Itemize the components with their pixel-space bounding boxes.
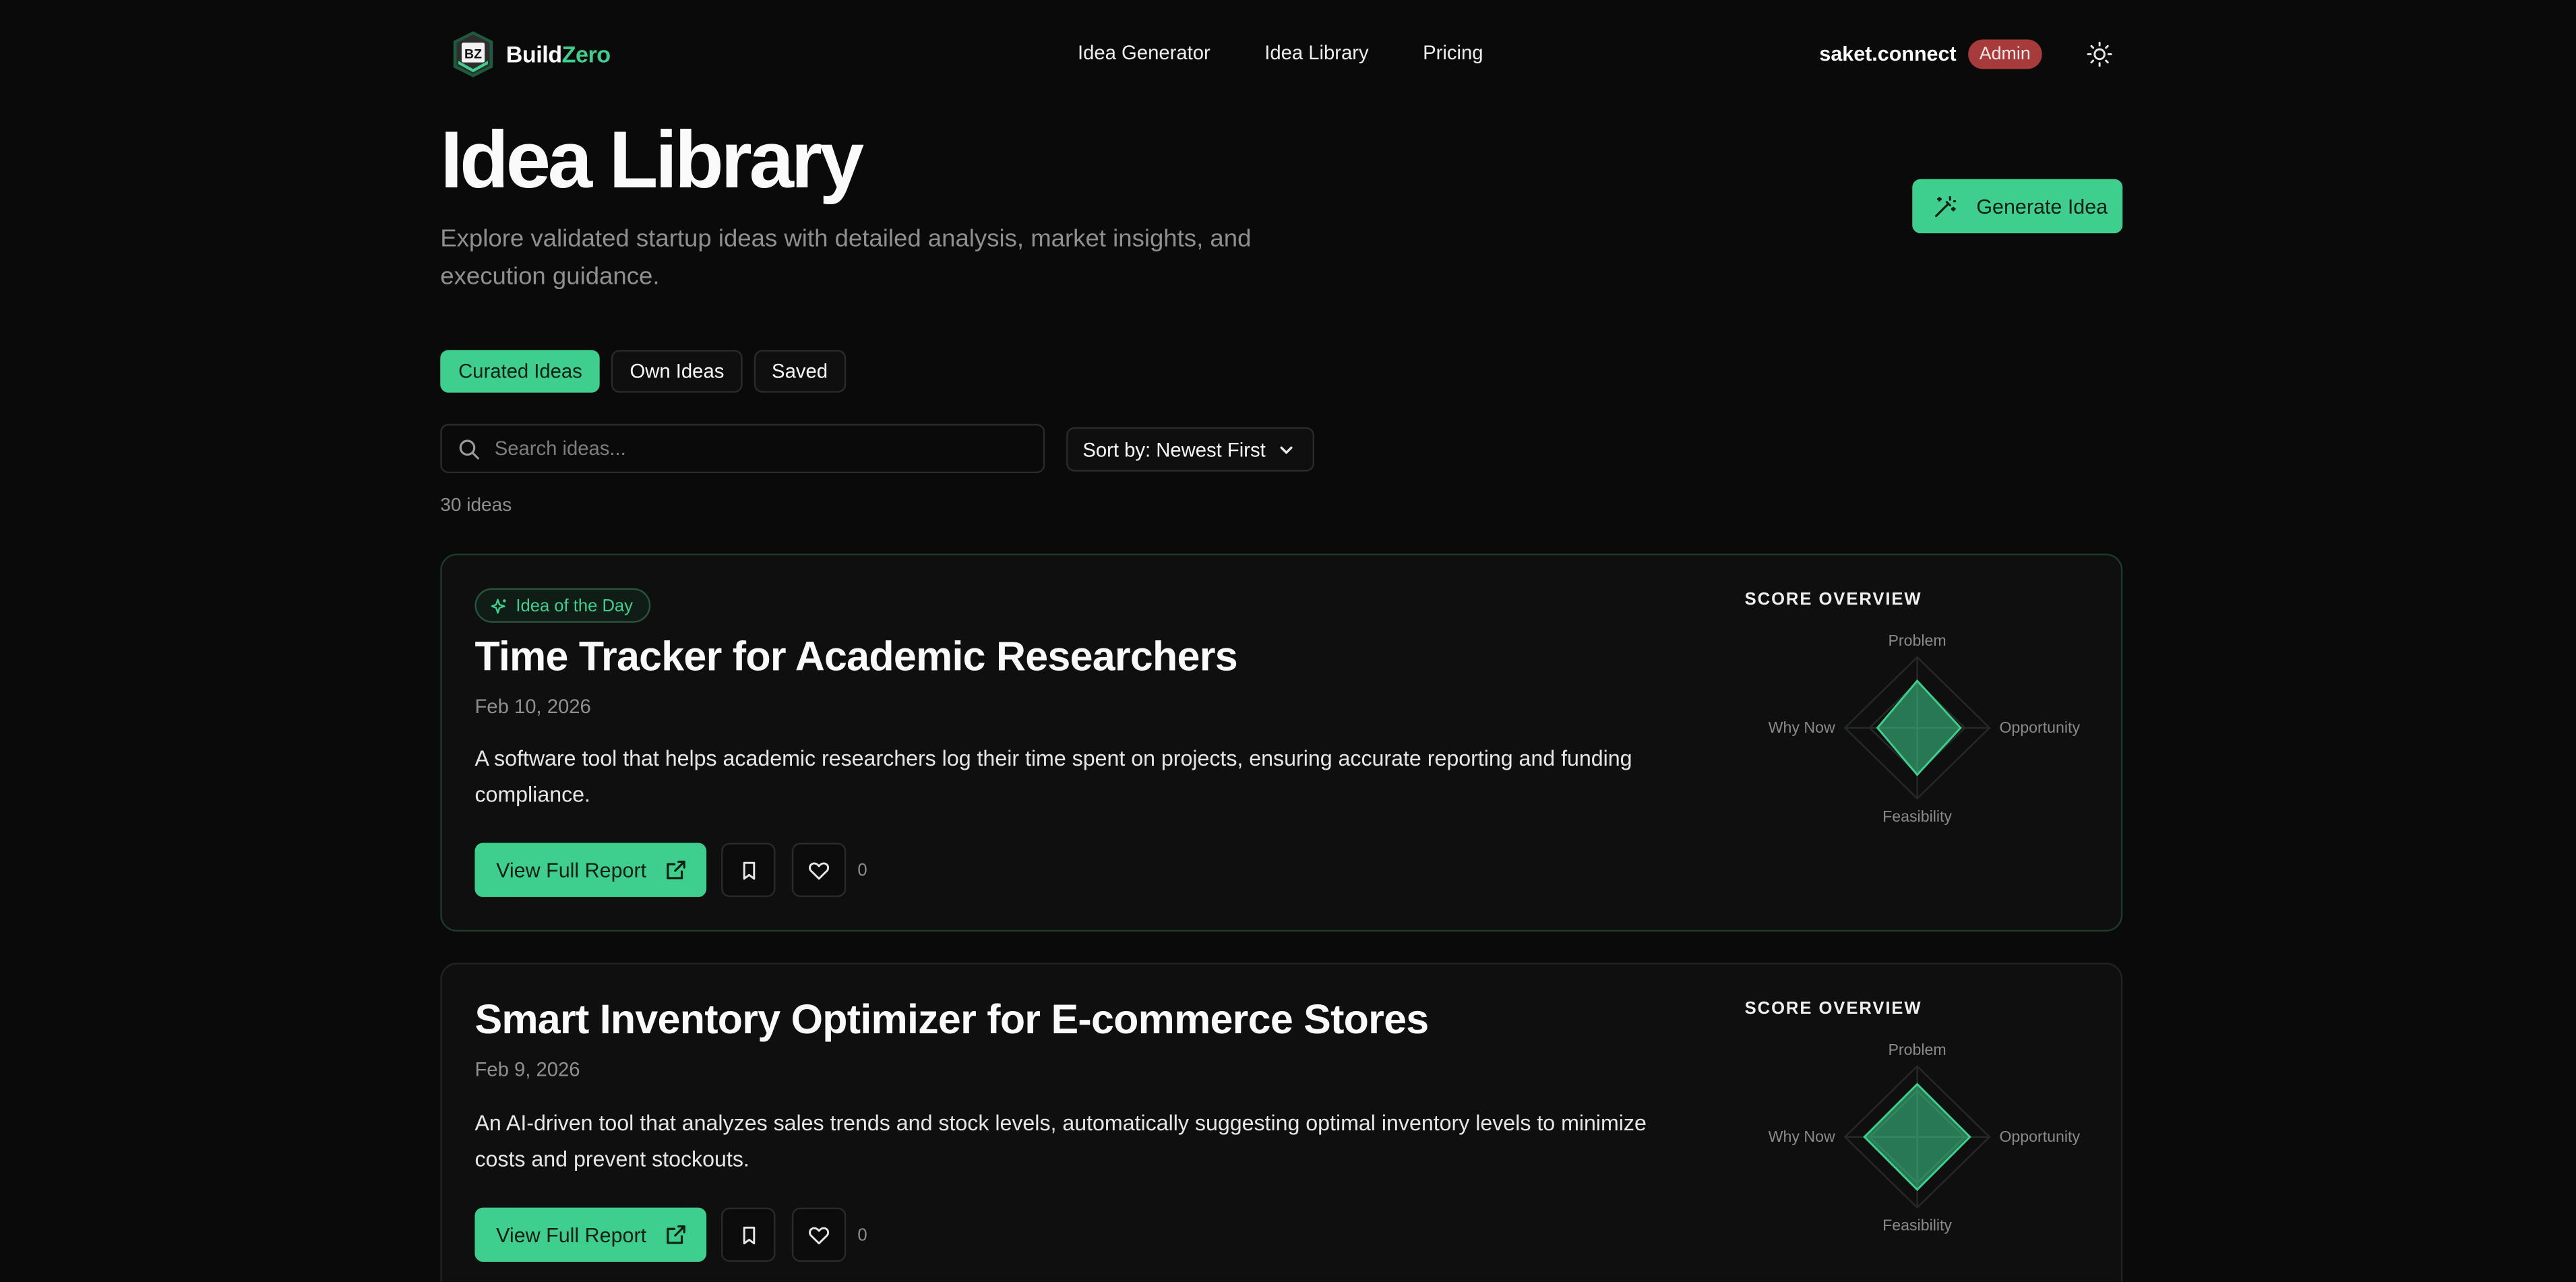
brand-name: BuildZero [505, 40, 611, 67]
axis-label-why-now: Why Now [1769, 1128, 1835, 1145]
username[interactable]: saket.connect [1819, 42, 1956, 65]
like-button[interactable] [791, 1207, 847, 1262]
idea-card: Idea of the Day Time Tracker for Academi… [440, 553, 2123, 932]
score-polygon [1876, 679, 1962, 776]
axis-label-opportunity: Opportunity [1999, 719, 2080, 736]
heart-icon [809, 1226, 830, 1244]
idea-title[interactable]: Smart Inventory Optimizer for E-commerce… [474, 998, 1429, 1045]
idea-card: Smart Inventory Optimizer for E-commerce… [440, 963, 2123, 1282]
admin-badge: Admin [1967, 39, 2042, 69]
bookmark-icon [742, 861, 755, 879]
external-link-icon [667, 1225, 686, 1244]
score-radar-chart: Problem Opportunity Feasibility Why Now [1769, 632, 2081, 825]
score-overview-title: SCORE OVERVIEW [1744, 590, 1922, 610]
idea-count: 30 ideas [440, 496, 512, 516]
search-box [440, 423, 1045, 473]
chevron-down-icon [1281, 446, 1293, 454]
sort-label: Sort by: Newest First [1082, 437, 1266, 461]
view-full-report-button[interactable]: View Full Report [474, 843, 707, 897]
nav-pricing[interactable]: Pricing [1423, 41, 1483, 64]
page-title: Idea Library [440, 117, 864, 206]
svg-text:BZ: BZ [464, 47, 482, 62]
external-link-icon [667, 860, 686, 880]
like-count: 0 [857, 1225, 867, 1246]
tab-curated-ideas[interactable]: Curated Ideas [440, 350, 601, 393]
idea-date: Feb 10, 2026 [474, 695, 591, 719]
generate-idea-button[interactable]: Generate Idea [1912, 179, 2123, 234]
search-input[interactable] [494, 437, 987, 460]
axis-label-opportunity: Opportunity [1999, 1128, 2080, 1145]
view-report-label: View Full Report [496, 858, 647, 882]
heart-icon [809, 861, 830, 879]
axis-label-feasibility: Feasibility [1882, 807, 1952, 825]
idea-tabs: Curated Ideas Own Ideas Saved [440, 350, 846, 393]
sun-icon[interactable] [2087, 41, 2113, 67]
axis-label-problem: Problem [1888, 1041, 1946, 1058]
like-count: 0 [857, 861, 867, 881]
nav-idea-generator[interactable]: Idea Generator [1078, 41, 1210, 64]
like-button[interactable] [791, 843, 847, 897]
bookmark-icon [742, 1225, 755, 1244]
user-menu[interactable]: saket.connect Admin [1819, 39, 2042, 69]
idea-of-the-day-badge: Idea of the Day [474, 588, 651, 623]
bookmark-button[interactable] [721, 1207, 776, 1262]
sparkles-icon [491, 598, 506, 613]
sort-dropdown[interactable]: Sort by: Newest First [1066, 427, 1314, 472]
magic-wand-icon [1935, 195, 1957, 216]
bookmark-button[interactable] [721, 843, 776, 897]
search-icon [459, 439, 479, 459]
page-subtitle: Explore validated startup ideas with det… [440, 224, 1252, 291]
idea-description: A software tool that helps academic rese… [474, 745, 1632, 806]
logo-icon: BZ [453, 31, 493, 78]
idea-date: Feb 9, 2026 [474, 1058, 580, 1081]
top-navbar: BZ BuildZero Idea Generator Idea Library… [440, 0, 2122, 109]
score-polygon [1863, 1082, 1971, 1192]
nav-idea-library[interactable]: Idea Library [1264, 41, 1368, 64]
generate-idea-label: Generate Idea [1976, 194, 2108, 218]
axis-label-problem: Problem [1888, 632, 1946, 649]
idea-tag-label: Idea of the Day [516, 595, 633, 615]
score-radar-chart: Problem Opportunity Feasibility Why Now [1769, 1041, 2081, 1234]
axis-label-feasibility: Feasibility [1882, 1217, 1952, 1234]
score-overview-title: SCORE OVERVIEW [1744, 999, 1922, 1019]
page-root: BZ BuildZero Idea Generator Idea Library… [0, 0, 2576, 1282]
axis-label-why-now: Why Now [1769, 719, 1835, 736]
tab-saved[interactable]: Saved [754, 350, 846, 393]
brand-logo[interactable]: BZ BuildZero [450, 30, 611, 79]
view-full-report-button[interactable]: View Full Report [474, 1207, 707, 1262]
idea-title[interactable]: Time Tracker for Academic Researchers [474, 634, 1237, 682]
main-nav: Idea Generator Idea Library Pricing [1078, 41, 1483, 64]
view-report-label: View Full Report [496, 1223, 647, 1246]
idea-description: An AI-driven tool that analyzes sales tr… [474, 1110, 1647, 1171]
tab-own-ideas[interactable]: Own Ideas [611, 350, 743, 393]
